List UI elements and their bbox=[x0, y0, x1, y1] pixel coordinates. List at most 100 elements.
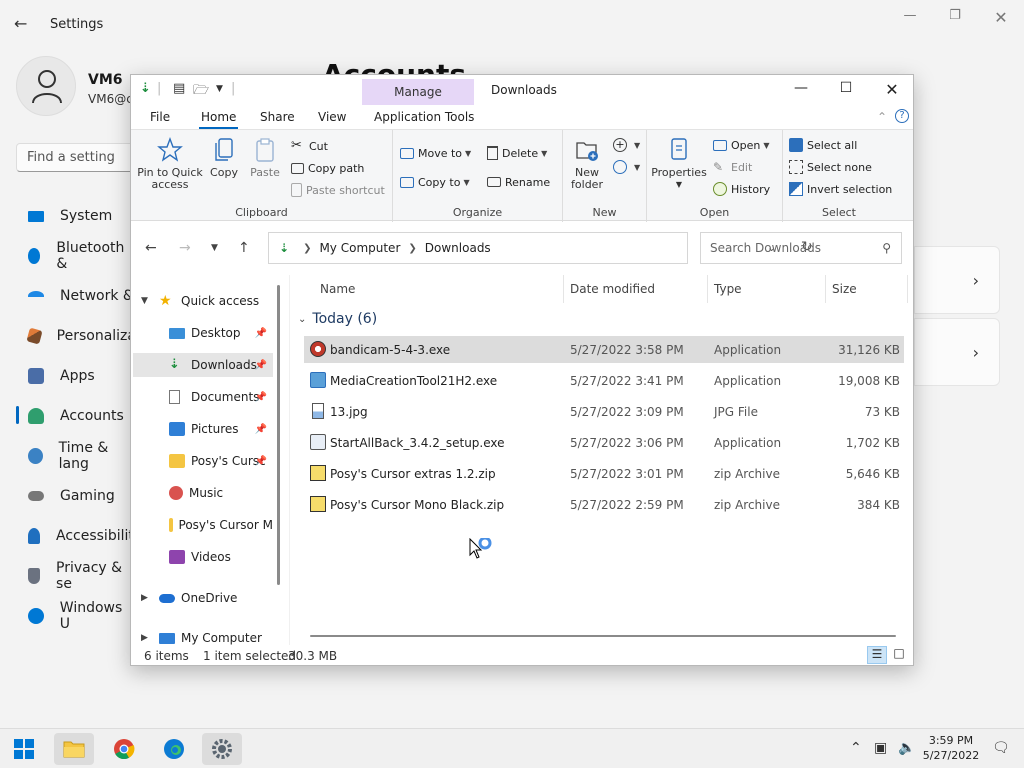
nav-item-windows-update[interactable]: Windows U bbox=[16, 596, 136, 636]
move-to-button[interactable]: Move to ▼ bbox=[400, 144, 471, 162]
new-folder-icon[interactable]: 🗁 bbox=[193, 81, 209, 99]
invert-selection-button[interactable]: Invert selection bbox=[789, 180, 892, 198]
maximize-icon[interactable]: ☐ bbox=[833, 80, 859, 100]
tree-item-quick-access[interactable]: ★ Quick access bbox=[159, 289, 259, 313]
nav-item-apps[interactable]: Apps bbox=[16, 356, 136, 396]
horizontal-scrollbar[interactable] bbox=[310, 635, 896, 637]
tree-item-downloads[interactable]: ⇣ Downloads 📌 bbox=[133, 353, 273, 377]
details-view-icon[interactable]: ☰ bbox=[867, 646, 887, 664]
close-icon[interactable]: ✕ bbox=[986, 8, 1016, 28]
minimize-icon[interactable]: — bbox=[895, 8, 925, 28]
large-icons-view-icon[interactable]: □ bbox=[889, 646, 909, 664]
network-icon[interactable]: ▣ bbox=[874, 740, 887, 756]
chevron-right-icon[interactable]: ▶ bbox=[141, 633, 148, 643]
back-arrow-icon[interactable]: ← bbox=[14, 14, 34, 34]
copy-path-button[interactable]: Copy path bbox=[291, 159, 364, 177]
recent-locations-icon[interactable]: ▼ bbox=[211, 243, 218, 253]
paste-button[interactable]: Paste bbox=[247, 136, 283, 179]
delete-button[interactable]: Delete ▼ bbox=[487, 144, 547, 162]
group-header-today[interactable]: ⌄ Today (6) bbox=[298, 311, 377, 327]
breadcrumb-downloads[interactable]: Downloads bbox=[425, 241, 491, 255]
back-arrow-icon[interactable]: ← bbox=[145, 240, 157, 256]
notifications-icon[interactable]: 🗨 bbox=[992, 740, 1010, 756]
tab-share[interactable]: Share bbox=[260, 110, 295, 124]
collapse-ribbon-icon[interactable]: ⌃ bbox=[877, 110, 887, 124]
nav-item-system[interactable]: System bbox=[16, 196, 136, 236]
column-header-size[interactable]: Size bbox=[826, 275, 908, 303]
properties-button[interactable]: Properties ▼ bbox=[651, 136, 707, 191]
edge-taskbar-button[interactable] bbox=[154, 733, 194, 765]
tree-item-posys-cursor-2[interactable]: Posy's Cursor M bbox=[133, 513, 273, 537]
tab-home[interactable]: Home bbox=[198, 110, 239, 129]
clock[interactable]: 3:59 PM 5/27/2022 bbox=[920, 733, 982, 763]
select-none-button[interactable]: Select none bbox=[789, 158, 872, 176]
edit-button[interactable]: ✎ Edit bbox=[713, 158, 752, 176]
open-button[interactable]: Open ▼ bbox=[713, 136, 770, 154]
tab-view[interactable]: View bbox=[318, 110, 346, 124]
copy-to-button[interactable]: Copy to ▼ bbox=[400, 173, 470, 191]
nav-item-time-language[interactable]: Time & lang bbox=[16, 436, 136, 476]
easy-access-button[interactable]: ▼ bbox=[613, 158, 640, 176]
file-row[interactable]: Posy's Cursor extras 1.2.zip 5/27/2022 3… bbox=[304, 460, 904, 487]
column-header-name[interactable]: Name bbox=[314, 275, 564, 303]
tree-item-my-computer[interactable]: My Computer bbox=[159, 626, 262, 645]
cut-button[interactable]: ✂ Cut bbox=[291, 137, 328, 155]
volume-icon[interactable]: 🔈 bbox=[898, 740, 915, 756]
file-row[interactable]: 13.jpg 5/27/2022 3:09 PM JPG File 73 KB bbox=[304, 398, 904, 425]
media-creation-tool-icon bbox=[310, 372, 326, 388]
pin-to-quick-access-button[interactable]: Pin to Quick access bbox=[137, 136, 203, 191]
chrome-taskbar-button[interactable] bbox=[104, 733, 144, 765]
nav-item-network[interactable]: Network & bbox=[16, 276, 136, 316]
settings-card[interactable]: › bbox=[914, 318, 1000, 386]
file-row[interactable]: bandicam-5-4-3.exe 5/27/2022 3:58 PM App… bbox=[304, 336, 904, 363]
nav-item-privacy[interactable]: Privacy & se bbox=[16, 556, 136, 596]
nav-pane-scrollbar[interactable] bbox=[277, 285, 280, 585]
nav-item-accessibility[interactable]: Accessibilit bbox=[16, 516, 136, 556]
chevron-down-icon[interactable]: ▼ bbox=[141, 296, 148, 306]
file-row[interactable]: MediaCreationTool21H2.exe 5/27/2022 3:41… bbox=[304, 367, 904, 394]
rename-button[interactable]: Rename bbox=[487, 173, 550, 191]
forward-arrow-icon[interactable]: → bbox=[179, 240, 191, 256]
close-icon[interactable]: ✕ bbox=[879, 80, 905, 100]
tab-file[interactable]: File bbox=[150, 110, 170, 124]
nav-item-accounts[interactable]: Accounts bbox=[16, 396, 136, 436]
column-header-date-modified[interactable]: Date modified bbox=[564, 275, 708, 303]
file-explorer-taskbar-button[interactable] bbox=[54, 733, 94, 765]
tab-application-tools[interactable]: Application Tools bbox=[374, 110, 474, 124]
new-folder-button[interactable]: New folder bbox=[567, 136, 607, 191]
copy-button[interactable]: Copy bbox=[207, 136, 241, 179]
file-row[interactable]: Posy's Cursor Mono Black.zip 5/27/2022 2… bbox=[304, 491, 904, 518]
tree-item-documents[interactable]: Documents 📌 bbox=[133, 385, 273, 409]
column-header-type[interactable]: Type bbox=[708, 275, 826, 303]
properties-icon[interactable]: ▤ bbox=[173, 81, 185, 99]
history-button[interactable]: History bbox=[713, 180, 770, 198]
tree-item-music[interactable]: Music bbox=[133, 481, 273, 505]
settings-taskbar-button[interactable] bbox=[202, 733, 242, 765]
settings-card[interactable]: › bbox=[914, 246, 1000, 314]
paste-shortcut-button[interactable]: Paste shortcut bbox=[291, 181, 385, 199]
chevron-down-icon[interactable]: ▼ bbox=[216, 84, 223, 102]
tree-item-videos[interactable]: Videos bbox=[133, 545, 273, 569]
tree-item-desktop[interactable]: Desktop 📌 bbox=[133, 321, 273, 345]
file-row[interactable]: StartAllBack_3.4.2_setup.exe 5/27/2022 3… bbox=[304, 429, 904, 456]
tab-manage[interactable]: Manage bbox=[362, 79, 474, 105]
new-item-button[interactable]: + ▼ bbox=[613, 136, 640, 154]
address-input[interactable]: ⇣ ❯ My Computer ❯ Downloads ⌄ ↻ bbox=[268, 232, 813, 264]
chevron-right-icon[interactable]: ▶ bbox=[141, 593, 148, 603]
start-button[interactable] bbox=[4, 733, 44, 765]
tree-item-onedrive[interactable]: OneDrive bbox=[159, 586, 237, 610]
help-icon[interactable]: ? bbox=[895, 109, 909, 123]
tree-item-pictures[interactable]: Pictures 📌 bbox=[133, 417, 273, 441]
maximize-icon[interactable]: ❐ bbox=[940, 8, 970, 28]
nav-item-gaming[interactable]: Gaming bbox=[16, 476, 136, 516]
show-hidden-icons-icon[interactable]: ⌃ bbox=[850, 740, 862, 756]
settings-search-input[interactable]: Find a setting bbox=[16, 143, 136, 172]
breadcrumb-my-computer[interactable]: My Computer bbox=[319, 241, 400, 255]
search-input[interactable]: Search Downloads ⚲ bbox=[700, 232, 902, 264]
minimize-icon[interactable]: — bbox=[788, 80, 814, 100]
select-all-button[interactable]: Select all bbox=[789, 136, 857, 154]
tree-item-posys-cursor-1[interactable]: Posy's Cursc 📌 bbox=[133, 449, 273, 473]
up-arrow-icon[interactable]: ↑ bbox=[238, 240, 250, 256]
nav-item-bluetooth[interactable]: Bluetooth & bbox=[16, 236, 136, 276]
nav-item-personalization[interactable]: Personaliza bbox=[16, 316, 136, 356]
